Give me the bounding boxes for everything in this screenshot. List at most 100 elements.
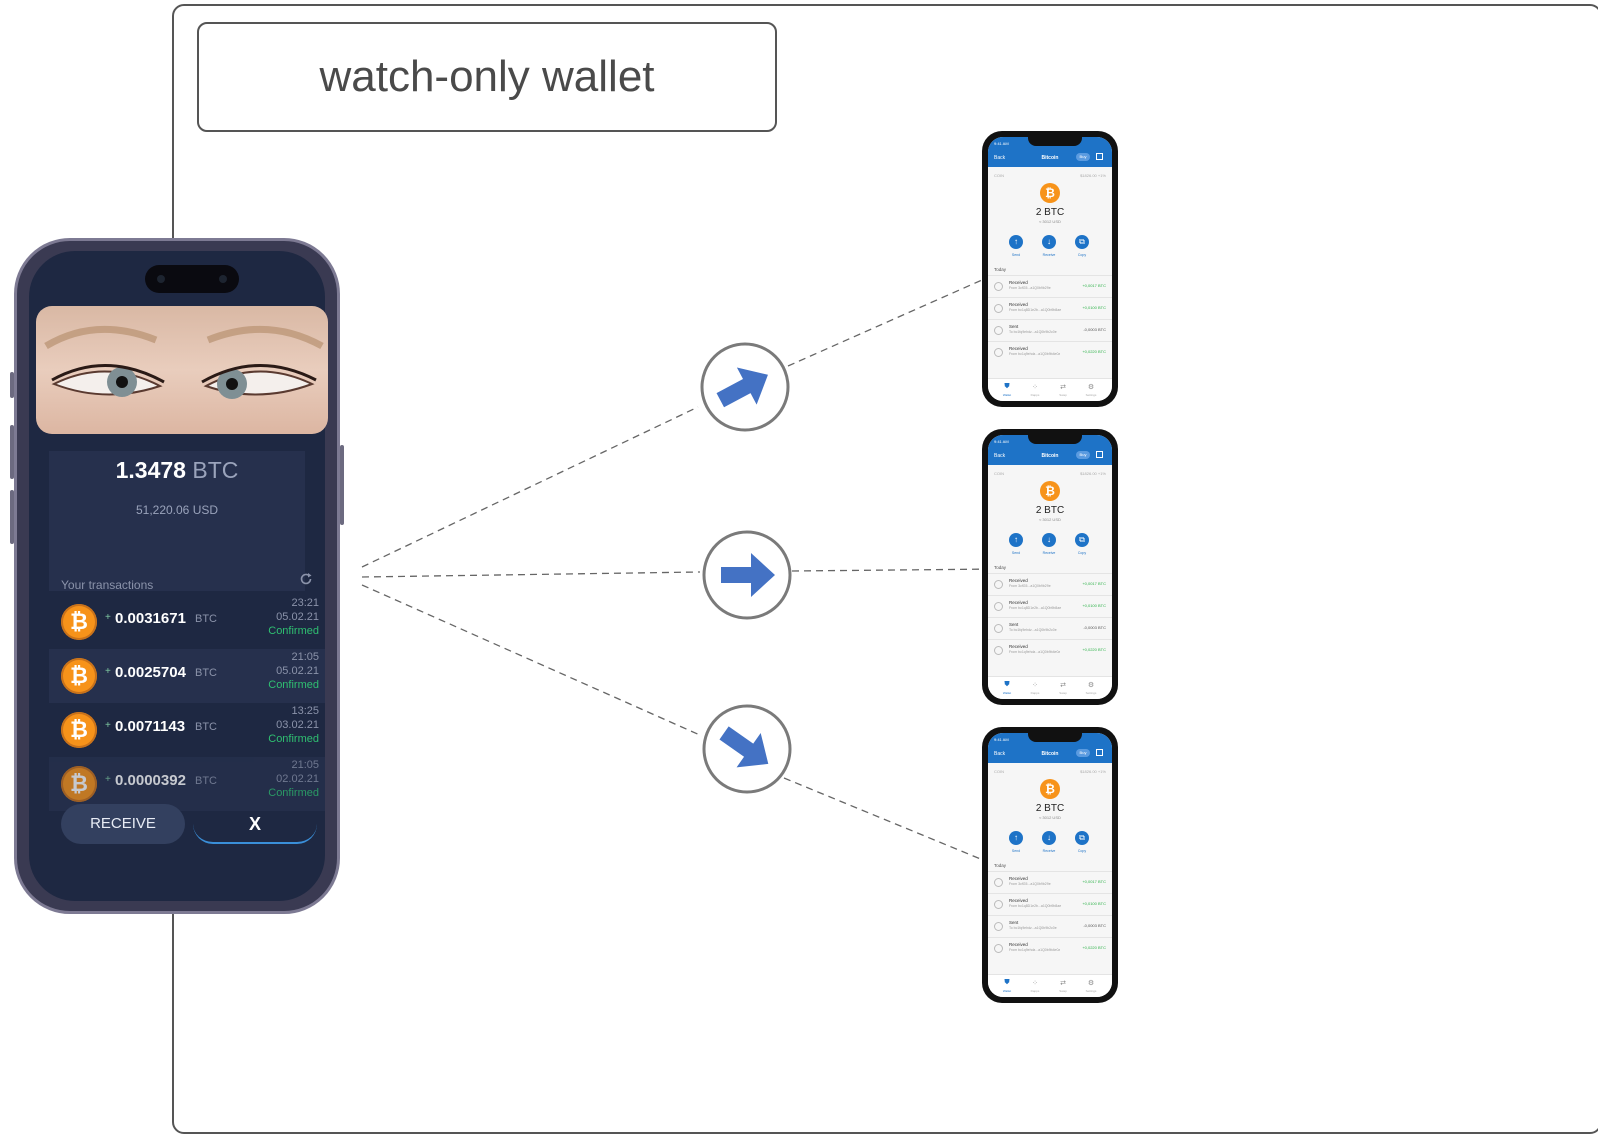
transaction-address: From 3cfG5...a1Q0b9b29e <box>1009 882 1051 886</box>
transaction-row[interactable]: ₿ + 0.0031671 BTC 23:21 05.02.21 Confirm… <box>49 595 325 649</box>
transaction-label: Received <box>1009 644 1028 649</box>
copy-label: Copy <box>1077 253 1087 257</box>
transaction-label: Sent <box>1009 920 1019 925</box>
price-info: $1826.00 +1% <box>1080 471 1106 476</box>
transaction-value: +0,0017 BTC <box>1082 879 1106 884</box>
nav-label: Settings <box>1085 691 1097 695</box>
phone-notch <box>1028 733 1082 742</box>
transaction-row[interactable]: ₿ + 0.0025704 BTC 21:05 05.02.21 Confirm… <box>49 649 325 703</box>
transaction-icon <box>994 326 1003 335</box>
transaction-label: Received <box>1009 942 1028 947</box>
phone-notch <box>1028 435 1082 444</box>
watch-only-screen: 9:41 AM Back Bitcoin Buy COIN $1826.00 +… <box>988 137 1112 401</box>
list-item[interactable]: Sent To bc1fq9ehdz...a1Q0b9b2c0e -0,0003… <box>988 915 1112 938</box>
list-item[interactable]: Sent To bc1fq9ehdz...a1Q0b9b2c0e -0,0003… <box>988 617 1112 640</box>
list-item[interactable]: Sent To bc1fq9ehdz...a1Q0b9b2c0e -0,0003… <box>988 319 1112 342</box>
transaction-row[interactable]: ₿ + 0.0071143 BTC 13:25 03.02.21 Confirm… <box>49 703 325 757</box>
balance-value: 1.3478 <box>115 457 186 483</box>
send-icon[interactable]: ↑ <box>1009 831 1023 845</box>
buy-button[interactable]: Buy <box>1076 451 1090 459</box>
transaction-address: To bc1fq9ehdz...a1Q0b9b2c0e <box>1009 926 1057 930</box>
price-info: $1826.00 +1% <box>1080 173 1106 178</box>
list-item[interactable]: Received From 3cfG5...a1Q0b9b29e +0,0017… <box>988 573 1112 596</box>
transaction-icon <box>994 624 1003 633</box>
wallet-icon[interactable]: ⛊ <box>996 979 1018 987</box>
menu-icon[interactable] <box>1096 451 1103 458</box>
transaction-amount: 0.0071143 <box>115 718 186 735</box>
transaction-row[interactable]: ₿ + 0.0000392 BTC 21:05 02.02.21 Confirm… <box>49 757 325 811</box>
status-time: 9:41 AM <box>994 439 1009 444</box>
copy-icon[interactable]: ⧉ <box>1075 533 1089 547</box>
receive-button[interactable]: RECEIVE <box>61 804 185 844</box>
menu-icon[interactable] <box>1096 749 1103 756</box>
dapps-icon[interactable]: ⁘ <box>1024 979 1046 987</box>
list-item[interactable]: Received From bc1q9ehdz...a1Q0b9b4e0z +0… <box>988 937 1112 960</box>
bottom-nav: ⛊ ⁘ ⇄ ⚙ Wallet Dapps Swap Settings <box>988 676 1112 699</box>
coin-ticker: COIN <box>994 471 1004 476</box>
buy-button[interactable]: Buy <box>1076 749 1090 757</box>
list-item[interactable]: Received From 3cfG5...a1Q0b9b29e +0,0017… <box>988 871 1112 894</box>
wallet-icon[interactable]: ⛊ <box>996 383 1018 391</box>
price-info: $1826.00 +1% <box>1080 769 1106 774</box>
refresh-icon[interactable] <box>299 572 313 586</box>
nav-label: Swap <box>1059 989 1067 993</box>
transaction-sign: + <box>105 774 111 785</box>
copy-icon[interactable]: ⧉ <box>1075 235 1089 249</box>
transaction-status: Confirmed <box>268 679 319 691</box>
transaction-value: +0,0017 BTC <box>1082 283 1106 288</box>
transaction-date: 02.02.21 <box>276 773 319 785</box>
receive-icon[interactable]: ↓ <box>1042 533 1056 547</box>
send-label: Send <box>1011 551 1021 555</box>
transaction-label: Sent <box>1009 622 1019 627</box>
transaction-label: Received <box>1009 898 1028 903</box>
transaction-value: -0,0003 BTC <box>1083 327 1106 332</box>
transaction-address: From 3cfG5...a1Q0b9b29e <box>1009 584 1051 588</box>
copy-icon[interactable]: ⧉ <box>1075 831 1089 845</box>
list-item[interactable]: Received From 3cfG5...a1Q0b9b29e +0,0017… <box>988 275 1112 298</box>
swap-icon[interactable]: ⇄ <box>1052 681 1074 689</box>
watch-only-screen: 9:41 AM Back Bitcoin Buy COIN $1826.00 +… <box>988 435 1112 699</box>
coin-amount: 2 BTC <box>1035 803 1065 814</box>
nav-label: Wallet <box>1002 393 1012 397</box>
transaction-sign: + <box>105 720 111 731</box>
transaction-label: Received <box>1009 280 1028 285</box>
send-icon[interactable]: ↑ <box>1009 235 1023 249</box>
settings-icon[interactable]: ⚙ <box>1080 383 1102 391</box>
nav-label: Settings <box>1085 393 1097 397</box>
transaction-label: Received <box>1009 600 1028 605</box>
transaction-icon <box>994 900 1003 909</box>
transaction-label: Sent <box>1009 324 1019 329</box>
receive-icon[interactable]: ↓ <box>1042 831 1056 845</box>
transaction-value: +0,0100 BTC <box>1082 901 1106 906</box>
receive-icon[interactable]: ↓ <box>1042 235 1056 249</box>
arrow-down-right-icon <box>702 704 792 794</box>
list-item[interactable]: Received From bc1q9ehdz...a1Q0b9b4e0z +0… <box>988 639 1112 662</box>
transaction-icon <box>994 304 1003 313</box>
close-button[interactable]: X <box>193 804 317 844</box>
list-item[interactable]: Received From bc1q8D1e2b...a1Q0b9b8ae +0… <box>988 297 1112 320</box>
transaction-address: From bc1q9ehdz...a1Q0b9b4e0z <box>1009 948 1061 952</box>
nav-label: Wallet <box>1002 691 1012 695</box>
list-item[interactable]: Received From bc1q8D1e2b...a1Q0b9b8ae +0… <box>988 595 1112 618</box>
swap-icon[interactable]: ⇄ <box>1052 383 1074 391</box>
transaction-sign: + <box>105 666 111 677</box>
menu-icon[interactable] <box>1096 153 1103 160</box>
watch-only-phone-3: 9:41 AM Back Bitcoin Buy COIN $1826.00 +… <box>982 727 1118 1003</box>
list-item[interactable]: Received From bc1q8D1e2b...a1Q0b9b8ae +0… <box>988 893 1112 916</box>
transaction-time: 23:21 <box>291 597 319 609</box>
buy-button[interactable]: Buy <box>1076 153 1090 161</box>
transaction-amount: 0.0000392 <box>115 772 186 789</box>
dapps-icon[interactable]: ⁘ <box>1024 681 1046 689</box>
wallet-icon[interactable]: ⛊ <box>996 681 1018 689</box>
settings-icon[interactable]: ⚙ <box>1080 979 1102 987</box>
dapps-icon[interactable]: ⁘ <box>1024 383 1046 391</box>
transaction-address: From bc1q8D1e2b...a1Q0b9b8ae <box>1009 606 1062 610</box>
list-item[interactable]: Received From bc1q9ehdz...a1Q0b9b4e0z +0… <box>988 341 1112 364</box>
transaction-icon <box>994 878 1003 887</box>
settings-icon[interactable]: ⚙ <box>1080 681 1102 689</box>
send-icon[interactable]: ↑ <box>1009 533 1023 547</box>
section-label: Today <box>994 565 1007 570</box>
watching-eyes-image <box>36 306 328 434</box>
swap-icon[interactable]: ⇄ <box>1052 979 1074 987</box>
nav-label: Dapps <box>1030 393 1040 397</box>
